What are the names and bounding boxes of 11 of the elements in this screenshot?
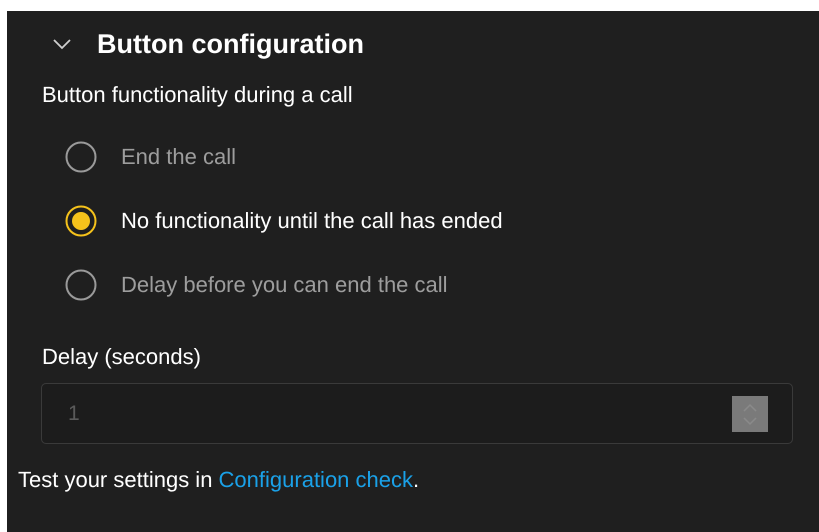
field-label: Delay (seconds) xyxy=(41,343,202,371)
radio-button[interactable] xyxy=(65,141,97,173)
group-label: Button functionality during a call xyxy=(41,81,354,109)
radio-button[interactable] xyxy=(65,269,97,301)
option-label: No functionality until the call has ended xyxy=(121,208,503,234)
option-label: End the call xyxy=(121,144,236,170)
help-text: Test your settings in Configuration check. xyxy=(18,467,420,493)
section-title: Button configuration xyxy=(97,28,364,60)
radio-button[interactable] xyxy=(65,205,97,237)
configuration-check-link[interactable]: Configuration check xyxy=(218,467,413,492)
option-label: Delay before you can end the call xyxy=(121,272,448,298)
